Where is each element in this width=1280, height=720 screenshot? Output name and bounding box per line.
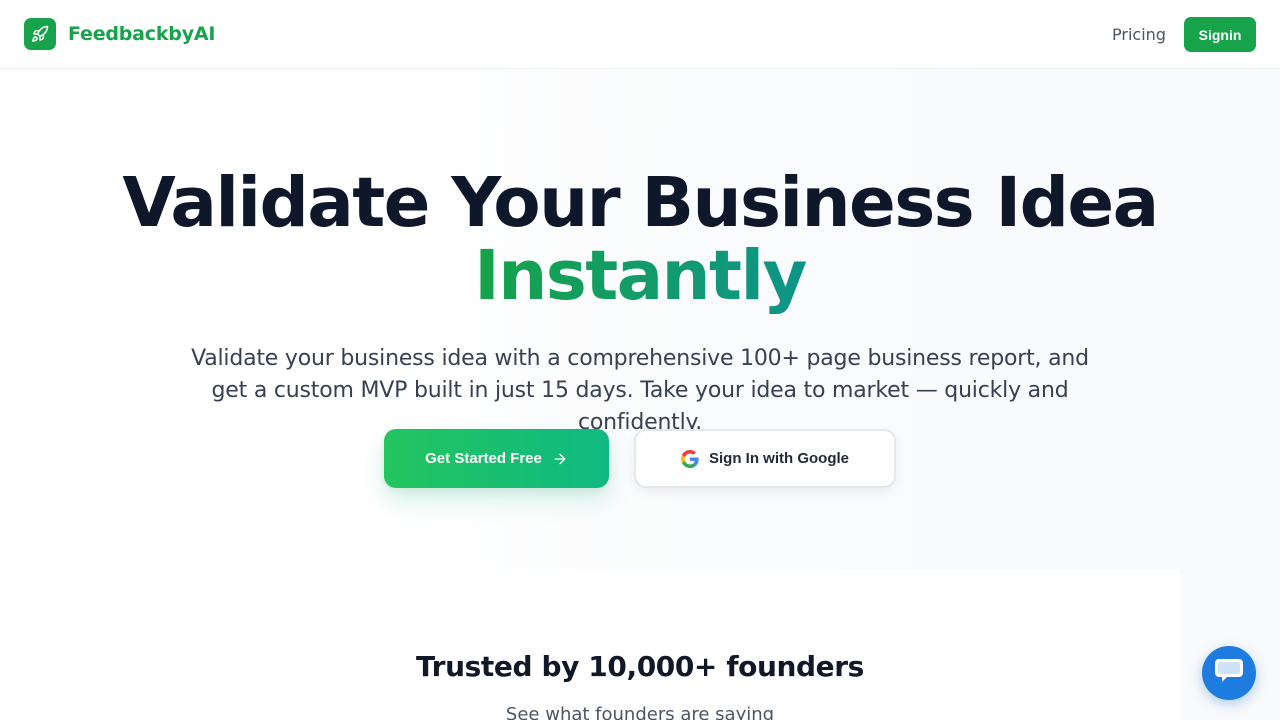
arrow-right-icon — [552, 451, 568, 467]
chat-widget-button[interactable] — [1202, 646, 1256, 700]
google-signin-button[interactable]: Sign In with Google — [634, 429, 896, 488]
site-header: FeedbackbyAI Pricing Signin — [0, 0, 1280, 69]
rocket-icon — [24, 18, 56, 50]
google-signin-label: Sign In with Google — [709, 450, 849, 467]
get-started-label: Get Started Free — [425, 450, 542, 467]
hero-subtitle: Validate your business idea with a compr… — [191, 346, 1089, 435]
trusted-subtitle: See what founders are saying — [505, 704, 775, 720]
hero-title: Validate Your Business Idea — [122, 163, 1159, 243]
hero-title-accent-text: Instantly — [474, 236, 807, 316]
google-icon — [681, 449, 699, 468]
brand-logo-link[interactable]: FeedbackbyAI — [24, 18, 215, 50]
chat-bubble-icon — [1214, 658, 1244, 688]
nav-pricing-link[interactable]: Pricing — [1112, 24, 1166, 46]
get-started-button[interactable]: Get Started Free — [384, 429, 609, 488]
signin-button[interactable]: Signin — [1184, 17, 1256, 52]
hero-title-accent: Instantly — [0, 239, 1280, 313]
brand-name: FeedbackbyAI — [68, 23, 216, 45]
hero-section: Validate Your Business Idea Instantly Va… — [0, 69, 1280, 569]
trusted-title: Trusted by 10,000+ founders — [416, 650, 864, 683]
